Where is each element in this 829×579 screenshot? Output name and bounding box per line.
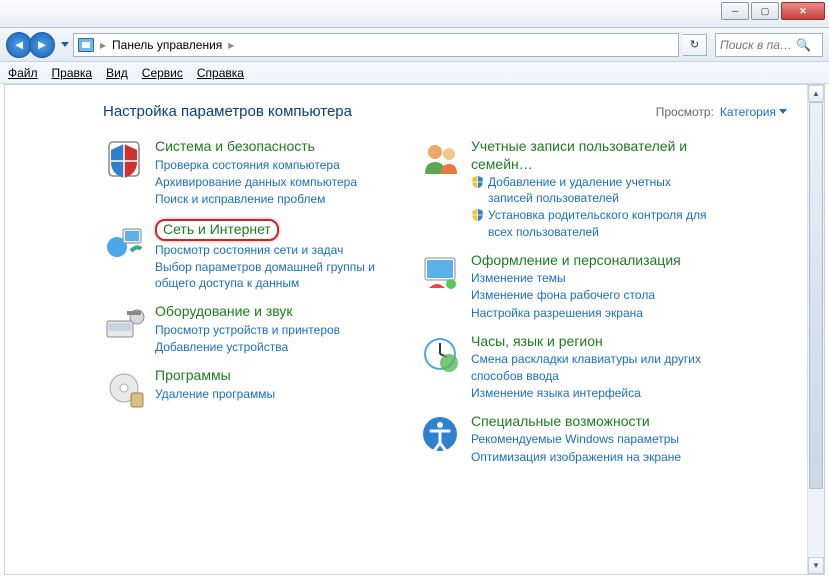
category-title[interactable]: Программы	[155, 367, 231, 383]
vertical-scrollbar[interactable]: ▲ ▼	[807, 85, 824, 574]
forward-button[interactable]: ►	[29, 32, 55, 58]
category-sublink[interactable]: Изменение темы	[471, 270, 681, 286]
category-programs: Программы Удаление программы	[103, 367, 393, 409]
category-sublink[interactable]: Просмотр состояния сети и задач	[155, 242, 393, 258]
hardware-icon	[103, 303, 145, 345]
category-sublink[interactable]: Добавление устройства	[155, 339, 340, 355]
scroll-down-button[interactable]: ▼	[808, 557, 824, 574]
chevron-down-icon	[779, 109, 787, 114]
close-button[interactable]: ✕	[781, 2, 825, 20]
breadcrumb-separator: ▸	[100, 38, 106, 52]
breadcrumb-location[interactable]: Панель управления	[112, 38, 222, 52]
nav-history-dropdown[interactable]	[61, 42, 69, 47]
maximize-button[interactable]: ▢	[751, 2, 779, 20]
category-sublink[interactable]: Настройка разрешения экрана	[471, 305, 681, 321]
menu-file[interactable]: Файл	[8, 66, 38, 80]
scroll-up-button[interactable]: ▲	[808, 85, 824, 102]
category-sublink[interactable]: Изменение языка интерфейса	[471, 385, 709, 401]
category-title[interactable]: Часы, язык и регион	[471, 333, 603, 349]
minimize-button[interactable]: ─	[721, 2, 749, 20]
category-sublink[interactable]: Удаление программы	[155, 386, 275, 402]
view-by-label: Просмотр:	[656, 105, 714, 119]
category-users: Учетные записи пользователей и семейн…До…	[419, 138, 709, 240]
category-title[interactable]: Учетные записи пользователей и семейн…	[471, 138, 687, 172]
search-input[interactable]	[720, 38, 792, 52]
category-title[interactable]: Оборудование и звук	[155, 303, 293, 319]
security-icon	[103, 138, 145, 180]
navigation-bar: ◄ ► ▸ Панель управления ▸ ↻ 🔍	[0, 28, 829, 62]
refresh-button[interactable]: ↻	[683, 34, 707, 56]
category-clock: Часы, язык и регион Смена раскладки клави…	[419, 333, 709, 401]
category-security: Система и безопасность Проверка состояния…	[103, 138, 393, 207]
category-sublink[interactable]: Просмотр устройств и принтеров	[155, 322, 340, 338]
search-box[interactable]: 🔍	[715, 33, 823, 57]
category-title[interactable]: Система и безопасность	[155, 138, 315, 154]
content-area: Настройка параметров компьютера Просмотр…	[5, 85, 807, 574]
category-sublink[interactable]: Смена раскладки клавиатуры или других сп…	[471, 351, 709, 383]
search-icon[interactable]: 🔍	[796, 38, 811, 52]
page-title: Настройка параметров компьютера	[103, 103, 352, 120]
category-appearance: Оформление и персонализация Изменение тем…	[419, 252, 709, 321]
view-by: Просмотр: Категория	[656, 105, 787, 119]
shield-icon	[471, 175, 484, 189]
users-icon	[419, 138, 461, 180]
address-bar[interactable]: ▸ Панель управления ▸	[73, 33, 679, 57]
network-icon	[103, 219, 145, 261]
category-access: Специальные возможности Рекомендуемые Win…	[419, 413, 709, 465]
shield-icon	[471, 208, 484, 222]
menu-bar: Файл Правка Вид Сервис Справка	[0, 62, 829, 84]
category-sublink[interactable]: Добавление и удаление учетных записей по…	[471, 174, 709, 206]
appearance-icon	[419, 252, 461, 294]
category-title[interactable]: Сеть и Интернет	[155, 219, 279, 241]
category-title[interactable]: Специальные возможности	[471, 413, 650, 429]
category-hardware: Оборудование и звук Просмотр устройств и …	[103, 303, 393, 355]
menu-service[interactable]: Сервис	[142, 66, 183, 80]
category-sublink[interactable]: Проверка состояния компьютера	[155, 157, 357, 173]
category-title[interactable]: Оформление и персонализация	[471, 252, 681, 268]
clock-icon	[419, 333, 461, 375]
access-icon	[419, 413, 461, 455]
menu-help[interactable]: Справка	[197, 66, 244, 80]
menu-view[interactable]: Вид	[106, 66, 128, 80]
view-by-dropdown[interactable]: Категория	[720, 105, 787, 119]
scroll-thumb[interactable]	[809, 102, 823, 489]
category-sublink[interactable]: Установка родительского контроля для все…	[471, 207, 709, 239]
category-sublink[interactable]: Изменение фона рабочего стола	[471, 287, 681, 303]
category-sublink[interactable]: Оптимизация изображения на экране	[471, 449, 681, 465]
breadcrumb-separator: ▸	[228, 38, 234, 52]
category-sublink[interactable]: Поиск и исправление проблем	[155, 191, 357, 207]
category-network: Сеть и ИнтернетПросмотр состояния сети и…	[103, 219, 393, 291]
category-sublink[interactable]: Архивирование данных компьютера	[155, 174, 357, 190]
category-sublink[interactable]: Выбор параметров домашней группы и общег…	[155, 259, 393, 291]
menu-edit[interactable]: Правка	[52, 66, 93, 80]
window-titlebar: ─ ▢ ✕	[0, 0, 829, 28]
control-panel-icon	[78, 38, 94, 52]
programs-icon	[103, 367, 145, 409]
category-sublink[interactable]: Рекомендуемые Windows параметры	[471, 431, 681, 447]
